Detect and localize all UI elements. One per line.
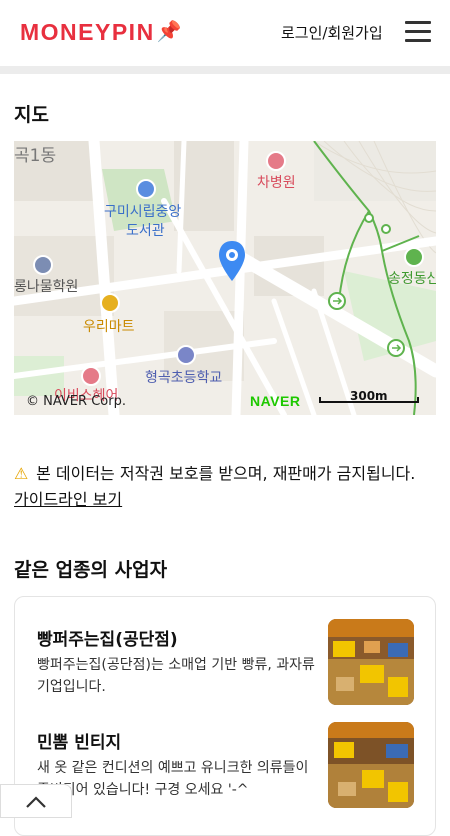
business-desc-1: 빵퍼주는집(공단점)는 소매업 기반 빵류, 과자류 기업입니다.: [37, 657, 315, 695]
map-label-gok1dong: 곡1동: [14, 146, 57, 166]
library-poi-icon[interactable]: [136, 179, 156, 199]
logo[interactable]: MONEYPIN 📌: [20, 19, 183, 46]
chevron-up-icon: [26, 796, 46, 808]
map-label-library-2: 도서관: [126, 223, 165, 239]
copyright-notice: ⚠ 본 데이터는 저작권 보호를 받으며, 재판매가 금지됩니다.: [14, 460, 415, 484]
map-label-library: 구미시립중앙: [104, 204, 182, 220]
map-label-songjeong: 송정동산: [388, 271, 436, 287]
naver-logo: NAVER: [250, 393, 301, 409]
login-signup-link[interactable]: 로그인/회원가입: [281, 22, 383, 43]
map-view[interactable]: 곡1동 구미시립중앙 도서관 차병원 롱나물학원 우리마트 형곡초등학교 송정동…: [14, 141, 436, 415]
hamburger-menu-icon[interactable]: [405, 20, 431, 42]
business-name-2[interactable]: 민뽐 빈티지: [37, 728, 121, 753]
map-label-mart: 우리마트: [83, 319, 135, 335]
business-thumbnail-1[interactable]: [328, 619, 414, 705]
pin-icon: 📌: [156, 21, 184, 43]
map-label-school: 형곡초등학교: [145, 370, 223, 386]
map-scale-bar: [319, 397, 419, 403]
business-name-1[interactable]: 빵퍼주는집(공단점): [37, 625, 178, 650]
beauty-poi-icon[interactable]: [81, 366, 101, 386]
academy-poi-icon[interactable]: [33, 255, 53, 275]
notice-text: 본 데이터는 저작권 보호를 받으며, 재판매가 금지됩니다.: [36, 464, 416, 483]
map-label-academy: 롱나물학원: [14, 279, 79, 295]
warning-icon: ⚠: [14, 464, 29, 483]
header: MONEYPIN 📌 로그인/회원가입: [0, 0, 450, 66]
mart-poi-icon[interactable]: [100, 293, 120, 313]
guideline-link[interactable]: 가이드라인 보기: [14, 486, 122, 510]
business-desc-2: 새 옷 같은 컨디션의 예쁘고 유니크한 의류들이 준비되어 있습니다! 구경 …: [37, 760, 309, 798]
map-section-title: 지도: [14, 104, 49, 126]
similar-business-card: 빵퍼주는집(공단점) 빵퍼주는집(공단점)는 소매업 기반 빵류, 과자류 기업…: [14, 596, 436, 836]
hospital-poi-icon[interactable]: [266, 151, 286, 171]
logo-text: MONEYPIN: [20, 19, 155, 45]
park-poi-icon[interactable]: [404, 247, 424, 267]
map-copyright: © NAVER Corp.: [26, 394, 126, 409]
header-divider: [0, 66, 450, 74]
map-label-hospital: 차병원: [257, 175, 296, 191]
scroll-top-button[interactable]: [0, 784, 72, 818]
school-poi-icon[interactable]: [176, 345, 196, 365]
business-thumbnail-2[interactable]: [328, 722, 414, 808]
similar-section-title: 같은 업종의 사업자: [14, 559, 168, 581]
